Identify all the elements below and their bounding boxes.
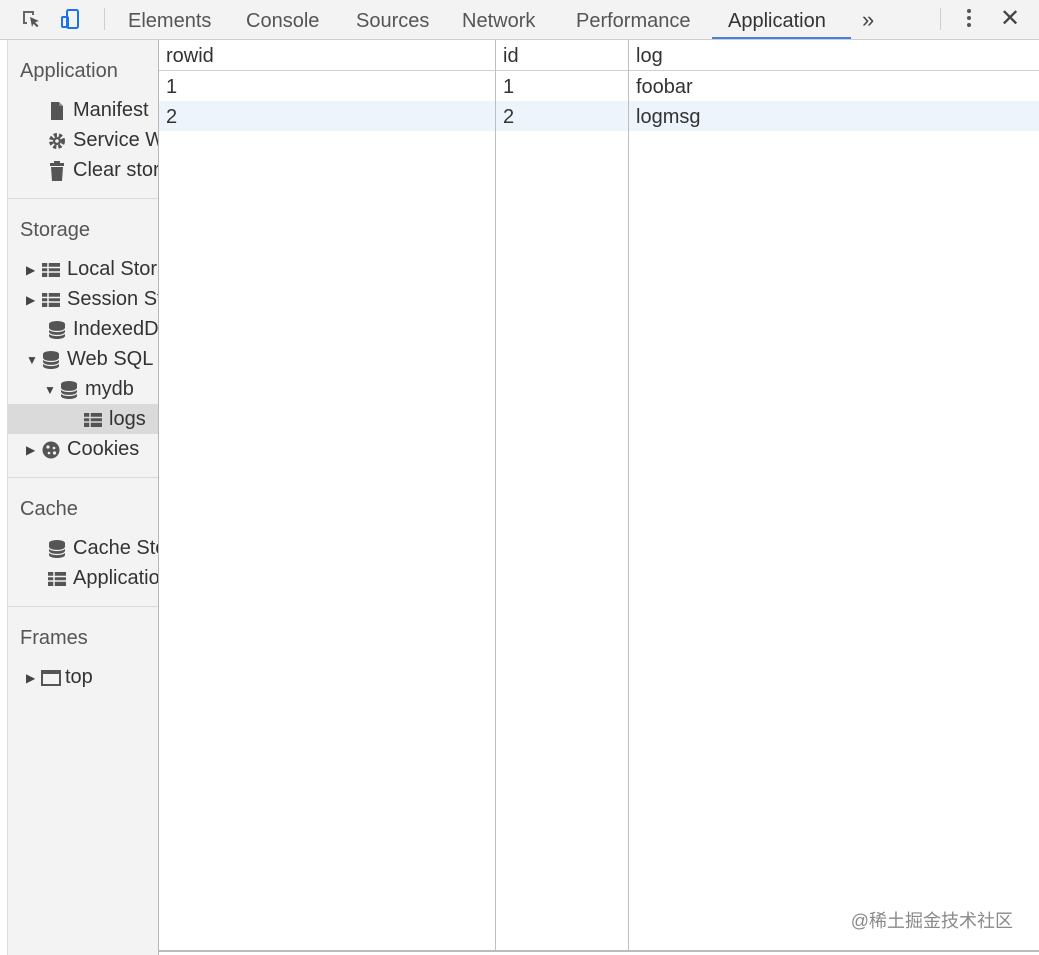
sidebar-item-top-frame[interactable]: ▶ top [26,662,93,692]
sidebar-item-label: Application Cache [73,567,158,589]
sidebar-item-label: Cookies [67,438,140,460]
tab-sources[interactable]: Sources [356,0,429,40]
device-toolbar-icon[interactable] [60,8,82,30]
sidebar-divider [8,606,158,607]
websql-data-grid: rowid id log 1 1 foobar 2 2 logmsg [159,40,1039,955]
cookie-icon [40,439,62,461]
sidebar-item-cache-storage[interactable]: Cache Storage [46,533,158,563]
sidebar-item-label: Session Storage [67,288,158,310]
sidebar-item-label: top [65,666,93,688]
database-icon [58,379,80,401]
column-divider[interactable] [628,40,629,952]
sidebar-item-application-cache[interactable]: Application Cache [46,563,158,593]
collapse-arrow-icon[interactable]: ▼ [44,375,58,405]
more-tabs-button[interactable]: » [862,0,874,40]
column-header-id[interactable]: id [503,40,519,70]
sidebar-item-label: Cache Storage [73,537,158,559]
sidebar-item-logs[interactable]: logs [82,404,146,434]
tab-console[interactable]: Console [246,0,319,40]
sidebar-item-cookies[interactable]: ▶ Cookies [26,434,139,464]
cell-id: 1 [503,76,515,98]
tab-network[interactable]: Network [462,0,535,40]
sidebar-divider [8,198,158,199]
sidebar-item-clear-storage[interactable]: Clear storage [46,155,158,185]
column-header-rowid[interactable]: rowid [166,40,214,70]
expand-arrow-icon[interactable]: ▶ [26,255,40,285]
sidebar-item-indexeddb[interactable]: IndexedDB [46,314,158,344]
cell-rowid: 1 [166,76,178,98]
sidebar: Application Manifest Service Workers Cle… [7,40,158,955]
sidebar-item-label: Local Storage [67,258,158,280]
toolbar-separator [104,8,105,30]
grid-bottom-border [159,950,1039,952]
devtools-toolbar: Elements Console Sources Network Perform… [0,0,1039,40]
database-icon [46,319,68,341]
close-devtools-button[interactable]: ✕ [1000,4,1020,34]
column-header-log[interactable]: log [636,40,663,70]
column-divider[interactable] [495,40,496,952]
cell-rowid: 2 [166,106,178,128]
table-row[interactable]: 1 1 foobar [159,71,1039,101]
section-title-application: Application [20,60,118,82]
cell-log: logmsg [636,106,701,128]
section-title-frames: Frames [20,627,88,649]
sidebar-item-label: Clear storage [73,159,158,181]
watermark-text: @稀土掘金技术社区 [850,911,1013,931]
sidebar-item-local-storage[interactable]: ▶ Local Storage [26,254,158,284]
expand-arrow-icon[interactable]: ▶ [26,435,40,465]
frame-icon [40,667,62,689]
database-icon [40,349,62,371]
sidebar-item-label: IndexedDB [73,318,158,340]
sidebar-item-label: logs [109,408,146,430]
cell-id: 2 [503,106,515,128]
section-title-cache: Cache [20,498,78,520]
sidebar-item-session-storage[interactable]: ▶ Session Storage [26,284,158,314]
active-tab-indicator [712,37,851,39]
collapse-arrow-icon[interactable]: ▼ [26,345,40,375]
sidebar-divider [8,477,158,478]
grid-icon [46,568,68,590]
trash-icon [46,160,68,182]
sidebar-item-mydb[interactable]: ▼ mydb [44,374,134,404]
document-icon [46,100,68,122]
customize-menu-icon[interactable] [964,6,974,34]
sidebar-item-label: mydb [85,378,134,400]
sidebar-item-label: Manifest [73,99,149,121]
sidebar-item-label: Service Workers [73,129,158,151]
section-title-storage: Storage [20,219,91,241]
database-icon [46,538,68,560]
sidebar-item-manifest[interactable]: Manifest [46,95,149,125]
tab-elements[interactable]: Elements [128,0,211,40]
tab-application[interactable]: Application [728,0,826,40]
expand-arrow-icon[interactable]: ▶ [26,285,40,315]
sidebar-item-service-workers[interactable]: Service Workers [46,125,158,155]
sidebar-item-label: Web SQL [67,348,154,370]
sidebar-item-web-sql[interactable]: ▼ Web SQL [26,344,153,374]
expand-arrow-icon[interactable]: ▶ [26,663,40,693]
grid-icon [40,289,62,311]
tab-performance[interactable]: Performance [576,0,691,40]
toolbar-separator [940,8,941,30]
grid-icon [82,409,104,431]
grid-icon [40,259,62,281]
table-row[interactable]: 2 2 logmsg [159,101,1039,131]
inspect-element-icon[interactable] [20,8,42,30]
cell-log: foobar [636,76,693,98]
gear-icon [46,130,68,152]
